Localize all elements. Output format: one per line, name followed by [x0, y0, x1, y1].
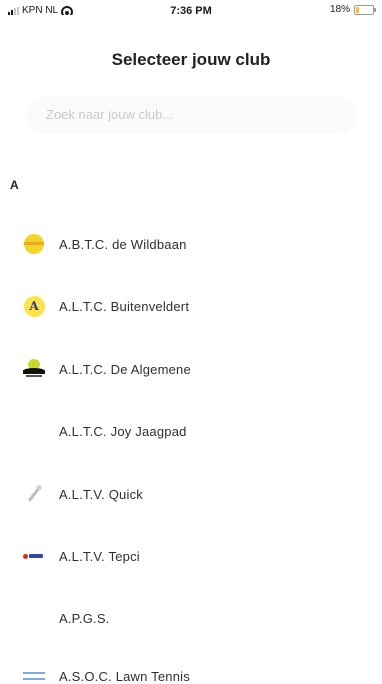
tennis-ball-icon: [23, 233, 45, 255]
club-name: A.S.O.C. Lawn Tennis: [59, 668, 190, 684]
search-input[interactable]: [28, 97, 354, 131]
list-item[interactable]: A.B.T.C. de Wildbaan: [0, 220, 382, 268]
blank-logo-icon: [23, 420, 45, 442]
lawn-tennis-logo-icon: [23, 665, 45, 684]
letter-a-logo-icon: A: [23, 295, 45, 317]
status-time: 7:36 PM: [170, 5, 212, 17]
battery-icon: [354, 4, 376, 15]
list-item[interactable]: A.L.T.V. Tepci: [0, 532, 382, 580]
list-item[interactable]: A.S.O.C. Lawn Tennis: [0, 652, 382, 684]
club-name: A.P.G.S.: [59, 610, 110, 626]
algemene-logo-icon: [23, 358, 45, 380]
club-name: A.L.T.C. Joy Jaagpad: [59, 423, 187, 439]
list-item[interactable]: A.L.T.C. De Algemene: [0, 345, 382, 393]
list-item[interactable]: A.L.T.V. Quick: [0, 470, 382, 518]
page-title: Selecteer jouw club: [111, 50, 271, 69]
list-item[interactable]: A A.L.T.C. Buitenveldert: [0, 282, 382, 330]
list-item[interactable]: A.P.G.S.: [0, 594, 382, 642]
club-name: A.L.T.C. De Algemene: [59, 361, 191, 377]
section-header-a: A: [10, 178, 19, 192]
battery-percent: 18%: [329, 4, 350, 15]
status-bar: KPN NL 7:36 PM 18%: [0, 0, 382, 22]
list-item[interactable]: A.L.T.C. Joy Jaagpad: [0, 407, 382, 455]
blank-logo-icon: [23, 607, 45, 629]
club-name: A.L.T.V. Tepci: [59, 548, 140, 564]
club-name: A.B.T.C. de Wildbaan: [59, 236, 187, 252]
status-right: 18%: [329, 4, 376, 15]
racket-icon: [23, 483, 45, 505]
tepci-logo-icon: [23, 545, 45, 567]
club-name: A.L.T.V. Quick: [59, 486, 143, 502]
club-name: A.L.T.C. Buitenveldert: [59, 298, 190, 314]
